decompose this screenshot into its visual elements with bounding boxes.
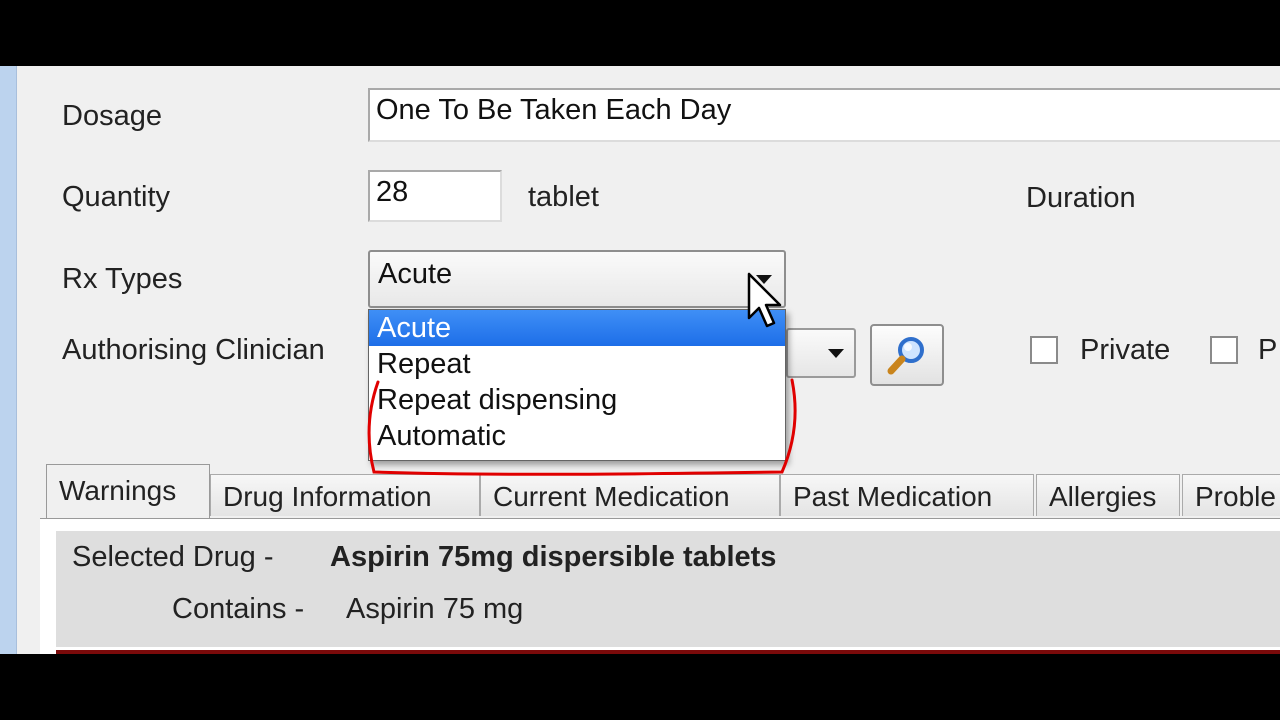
quantity-label: Quantity (62, 181, 170, 213)
quantity-value: 28 (376, 176, 409, 208)
rx-types-label: Rx Types (62, 263, 183, 295)
clinician-select[interactable] (786, 328, 856, 378)
selected-drug-value: Aspirin 75mg dispersible tablets (330, 541, 777, 573)
quantity-input[interactable]: 28 (368, 170, 502, 222)
rx-types-select[interactable]: Acute (368, 250, 786, 308)
quantity-unit: tablet (528, 181, 599, 213)
tab-problems[interactable]: Proble (1182, 474, 1280, 516)
authorising-clinician-label: Authorising Clinician (62, 334, 325, 366)
selected-drug-label: Selected Drug - (72, 541, 274, 573)
selected-drug-panel: Selected Drug - Aspirin 75mg dispersible… (56, 531, 1280, 647)
mouse-pointer-icon (747, 272, 782, 328)
rx-types-value: Acute (378, 258, 453, 290)
clinician-search-button[interactable] (870, 324, 944, 386)
tab-warnings[interactable]: Warnings (46, 464, 210, 518)
private-checkbox[interactable] (1030, 336, 1058, 364)
dosage-input[interactable]: One To Be Taken Each Day (368, 88, 1280, 142)
tab-past-medication[interactable]: Past Medication (780, 474, 1034, 516)
dropdown-option-automatic[interactable]: Automatic (369, 418, 785, 454)
dosage-label: Dosage (62, 100, 162, 132)
warning-bar (56, 650, 1280, 654)
second-checkbox[interactable] (1210, 336, 1238, 364)
dosage-value: One To Be Taken Each Day (376, 94, 732, 126)
tab-bar: Warnings Drug Information Current Medica… (40, 464, 1280, 518)
duration-label: Duration (1026, 182, 1136, 214)
warnings-tab-content: Selected Drug - Aspirin 75mg dispersible… (40, 518, 1280, 654)
clinician-chevron-down-icon[interactable] (822, 336, 850, 370)
contains-label: Contains - (172, 593, 305, 625)
magnifier-icon (887, 337, 924, 375)
tab-allergies[interactable]: Allergies (1036, 474, 1180, 516)
dropdown-option-repeat-dispensing[interactable]: Repeat dispensing (369, 382, 785, 418)
left-accent-strip (0, 66, 17, 654)
rx-types-dropdown-list: Acute Repeat Repeat dispensing Automatic (368, 309, 786, 461)
dropdown-option-acute[interactable]: Acute (369, 310, 785, 346)
contains-value: Aspirin 75 mg (346, 593, 524, 625)
tab-drug-information[interactable]: Drug Information (210, 474, 480, 516)
tab-current-medication[interactable]: Current Medication (480, 474, 780, 516)
private-label: Private (1080, 334, 1171, 366)
dropdown-option-repeat[interactable]: Repeat (369, 346, 785, 382)
second-checkbox-label: P (1258, 334, 1278, 366)
